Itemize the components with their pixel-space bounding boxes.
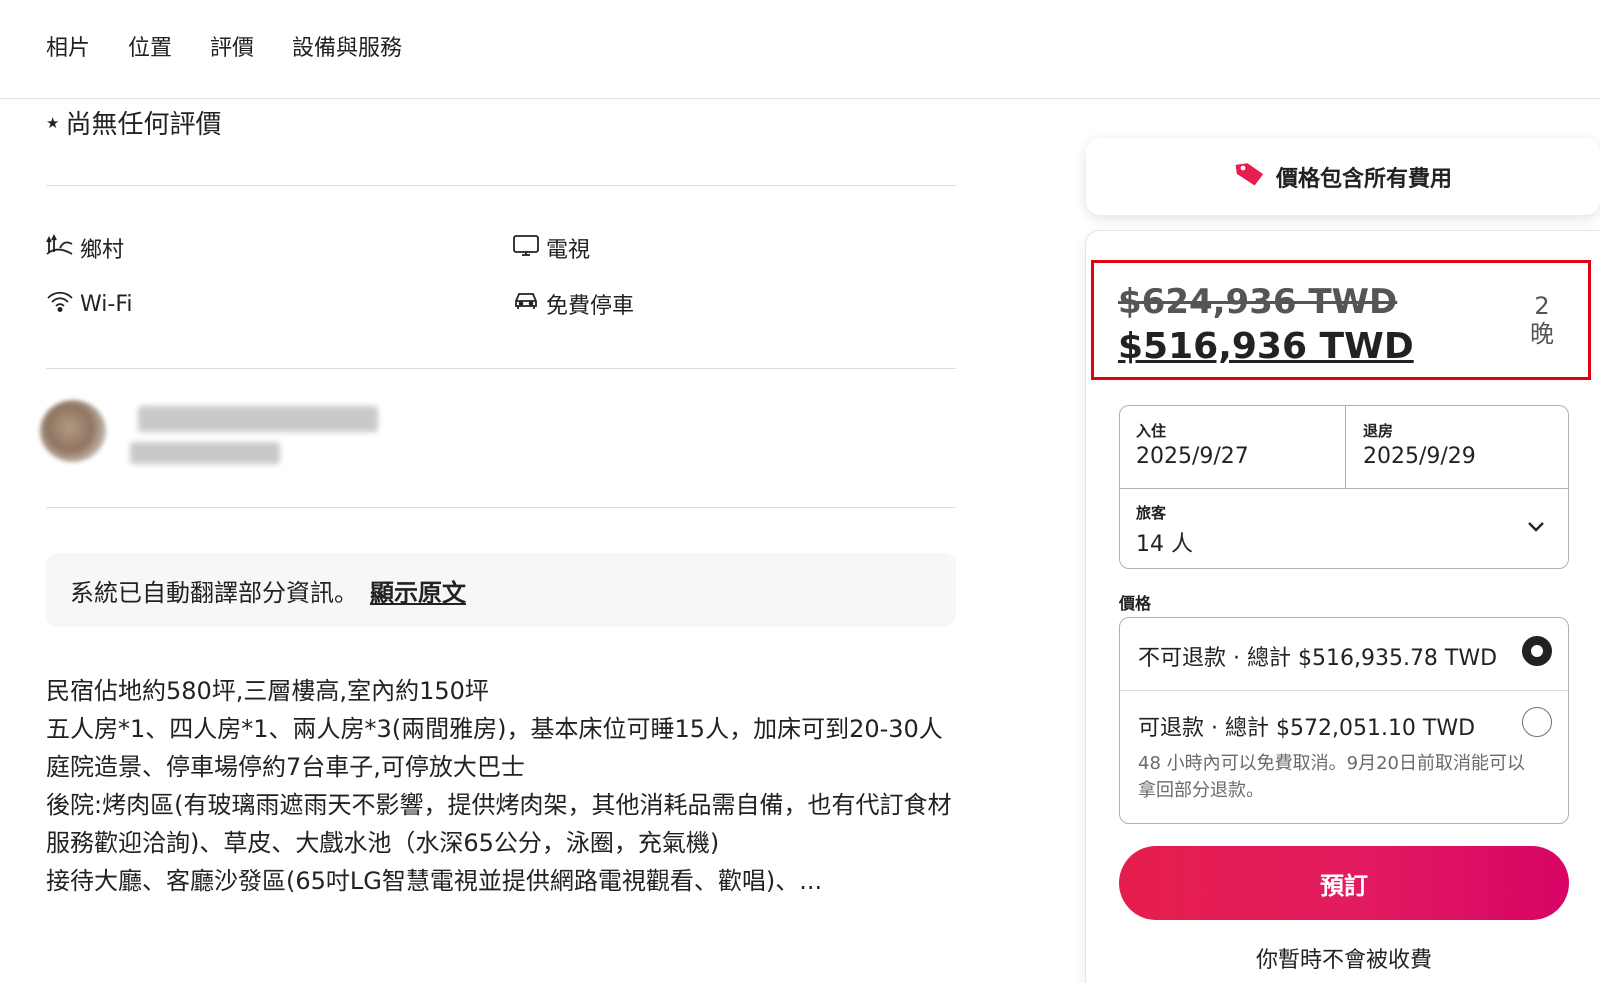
price-options-label: 價格	[1119, 594, 1152, 613]
radio-selected[interactable]	[1522, 636, 1552, 666]
nav-photos[interactable]: 相片	[46, 30, 90, 62]
trip-details: 入住 2025/9/27 退房 2025/9/29 旅客 14 人	[1119, 405, 1569, 569]
wifi-icon	[46, 288, 80, 320]
nav-location[interactable]: 位置	[128, 30, 172, 62]
reviews-text: 尚無任何評價	[65, 110, 222, 140]
chevron-down-icon[interactable]	[1526, 518, 1546, 537]
divider	[46, 185, 956, 186]
translation-notice: 系統已自動翻譯部分資訊。 顯示原文	[46, 553, 956, 627]
guests-label: 旅客	[1136, 504, 1167, 522]
price-tag-icon	[1234, 159, 1276, 195]
guests-field[interactable]: 旅客 14 人	[1120, 488, 1570, 570]
nav-reviews[interactable]: 評價	[210, 30, 254, 62]
fee-banner-text: 價格包含所有費用	[1275, 166, 1452, 192]
tv-icon	[512, 232, 546, 264]
amenity-parking: 免費停車	[512, 288, 634, 320]
reserve-button[interactable]: 預訂	[1119, 846, 1569, 920]
host-detail-redacted	[130, 442, 280, 464]
price-options: 不可退款 · 總計 $516,935.78 TWD 可退款 · 總計 $572,…	[1119, 617, 1569, 824]
fee-banner: 價格包含所有費用	[1086, 138, 1600, 215]
current-price[interactable]: $516,936 TWD	[1118, 326, 1414, 367]
amenity-countryside: 鄉村	[46, 232, 124, 264]
option-refundable-text: 可退款 · 總計 $572,051.10 TWD	[1138, 716, 1476, 741]
amenity-wifi: Wi-Fi	[46, 288, 133, 320]
nights-count: 2 晚	[1530, 292, 1554, 348]
radio-unselected[interactable]	[1522, 707, 1552, 737]
checkout-value: 2025/9/29	[1363, 444, 1476, 469]
reviews-summary: ★ 尚無任何評價	[46, 104, 221, 141]
checkout-field[interactable]: 退房 2025/9/29	[1345, 406, 1570, 488]
nav-amenities[interactable]: 設備與服務	[292, 30, 402, 62]
nights-number: 2	[1534, 292, 1550, 320]
divider	[46, 507, 956, 508]
description-line: 後院:烤肉區(有玻璃雨遮雨天不影響，提供烤肉架，其他消耗品需自備，也有代訂食材服…	[46, 791, 952, 857]
description-line: 接待大廳、客廳沙發區(65吋LG智慧電視並提供網路電視觀看、歡唱)、...	[46, 867, 823, 895]
amenity-label: 鄉村	[80, 238, 125, 263]
section-nav: 相片 位置 評價 設備與服務	[0, 0, 1600, 99]
original-price: $624,936 TWD	[1118, 282, 1398, 322]
nights-unit: 晚	[1530, 320, 1554, 348]
option-refundable[interactable]: 可退款 · 總計 $572,051.10 TWD 48 小時內可以免費取消。9月…	[1120, 690, 1568, 825]
checkin-label: 入住	[1136, 422, 1167, 440]
option-nonrefundable-text: 不可退款 · 總計 $516,935.78 TWD	[1138, 646, 1498, 671]
amenity-label: 免費停車	[546, 294, 635, 319]
description-line: 民宿佔地約580坪,三層樓高,室內約150坪	[46, 677, 489, 705]
amenity-label: Wi-Fi	[80, 291, 133, 317]
amenity-label: 電視	[546, 238, 591, 263]
listing-description: 民宿佔地約580坪,三層樓高,室內約150坪 五人房*1、四人房*1、兩人房*3…	[46, 672, 956, 900]
translation-text: 系統已自動翻譯部分資訊。	[70, 578, 358, 607]
checkin-value: 2025/9/27	[1136, 444, 1249, 469]
divider	[46, 368, 956, 369]
option-nonrefundable[interactable]: 不可退款 · 總計 $516,935.78 TWD	[1120, 618, 1568, 690]
show-original-link[interactable]: 顯示原文	[370, 573, 466, 608]
checkin-field[interactable]: 入住 2025/9/27	[1120, 406, 1345, 488]
description-line: 庭院造景、停車場停約7台車子,可停放大巴士	[46, 753, 525, 781]
checkout-label: 退房	[1363, 422, 1394, 440]
star-icon: ★	[46, 113, 60, 132]
host-name-redacted	[138, 406, 378, 432]
description-line: 五人房*1、四人房*1、兩人房*3(兩間雅房)，基本床位可睡15人，加床可到20…	[46, 715, 943, 743]
guests-value: 14 人	[1136, 532, 1193, 557]
no-charge-note: 你暫時不會被收費	[1255, 948, 1432, 973]
amenity-tv: 電視	[512, 232, 590, 264]
countryside-icon	[46, 232, 80, 264]
refund-note: 48 小時內可以免費取消。9月20日前取消能可以拿回部分退款。	[1138, 753, 1525, 801]
avatar[interactable]	[40, 400, 106, 462]
car-icon	[512, 288, 546, 320]
